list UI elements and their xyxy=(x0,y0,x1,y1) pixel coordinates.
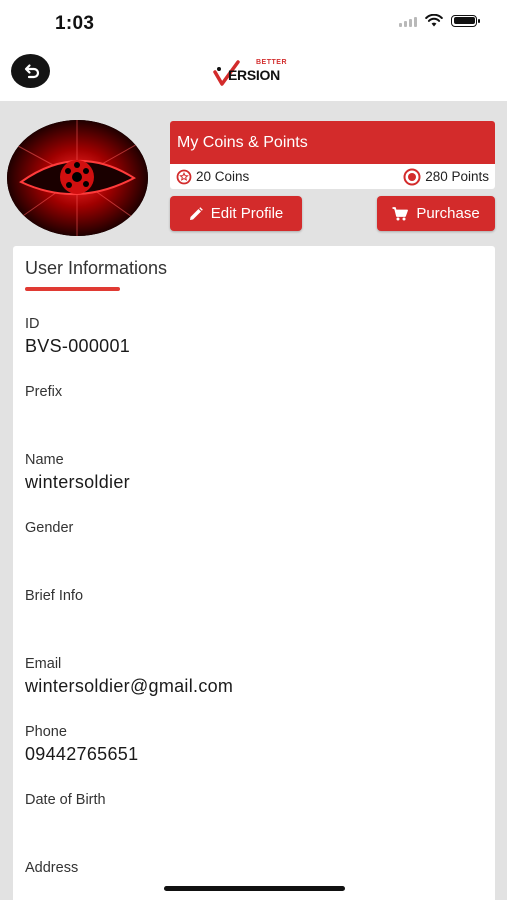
field-label: Brief Info xyxy=(25,588,84,604)
field-value[interactable]: BVS-000001 xyxy=(25,336,130,357)
app-logo: BETTER ERSION xyxy=(212,58,298,88)
field-address: Address xyxy=(25,860,78,880)
back-icon xyxy=(24,64,39,79)
heading-underline xyxy=(25,287,120,291)
home-indicator[interactable] xyxy=(164,886,345,891)
avatar-eye-image xyxy=(7,120,148,236)
back-button[interactable] xyxy=(11,54,50,88)
status-icons xyxy=(399,14,480,27)
app-header: BETTER ERSION xyxy=(0,48,507,101)
coins-points-card: My Coins & Points 20 Coins 280 Points xyxy=(170,121,495,189)
coins-item: 20 Coins xyxy=(176,169,249,185)
coins-card-title: My Coins & Points xyxy=(170,121,495,164)
logo-version-text: ERSION xyxy=(228,67,280,83)
logo-better-text: BETTER xyxy=(256,59,287,66)
field-email: Email wintersoldier@gmail.com xyxy=(25,656,233,697)
points-icon xyxy=(403,168,421,185)
coin-icon xyxy=(176,169,192,184)
pencil-icon xyxy=(189,206,203,220)
edit-profile-label: Edit Profile xyxy=(210,205,284,222)
field-value[interactable]: wintersoldier xyxy=(25,472,130,493)
user-info-heading: User Informations xyxy=(25,258,168,278)
cart-icon xyxy=(392,206,409,220)
field-label: Address xyxy=(25,860,79,876)
field-label: ID xyxy=(25,316,40,332)
field-label: Date of Birth xyxy=(25,792,106,808)
field-label: Name xyxy=(25,452,64,468)
coins-value: 20 Coins xyxy=(196,169,250,184)
wifi-icon xyxy=(425,14,443,27)
battery-icon xyxy=(451,14,480,27)
purchase-button[interactable]: Purchase xyxy=(377,196,495,231)
points-item: 280 Points xyxy=(403,168,489,186)
field-label: Gender xyxy=(25,520,74,536)
field-label: Phone xyxy=(25,724,67,740)
field-id: ID BVS-000001 xyxy=(25,316,130,357)
field-phone: Phone 09442765651 xyxy=(25,724,138,765)
field-brief-info: Brief Info xyxy=(25,588,83,608)
signal-icon xyxy=(399,15,417,27)
field-prefix: Prefix xyxy=(25,384,62,404)
purchase-label: Purchase xyxy=(416,205,480,222)
field-value[interactable]: wintersoldier@gmail.com xyxy=(25,676,233,697)
status-bar: 1:03 xyxy=(0,0,507,48)
points-value: 280 Points xyxy=(425,169,489,184)
field-date-of-birth: Date of Birth xyxy=(25,792,106,812)
coins-points-row: 20 Coins 280 Points xyxy=(170,164,495,189)
field-value[interactable]: 09442765651 xyxy=(25,744,138,765)
avatar[interactable] xyxy=(7,120,148,236)
main-content: My Coins & Points 20 Coins 280 Points Ed… xyxy=(0,101,507,906)
field-gender: Gender xyxy=(25,520,73,540)
edit-profile-button[interactable]: Edit Profile xyxy=(170,196,302,231)
field-label: Email xyxy=(25,656,62,672)
status-time: 1:03 xyxy=(55,13,95,34)
field-name: Name wintersoldier xyxy=(25,452,130,493)
field-label: Prefix xyxy=(25,384,63,400)
user-info-card: User Informations ID BVS-000001 Prefix N… xyxy=(13,246,495,906)
